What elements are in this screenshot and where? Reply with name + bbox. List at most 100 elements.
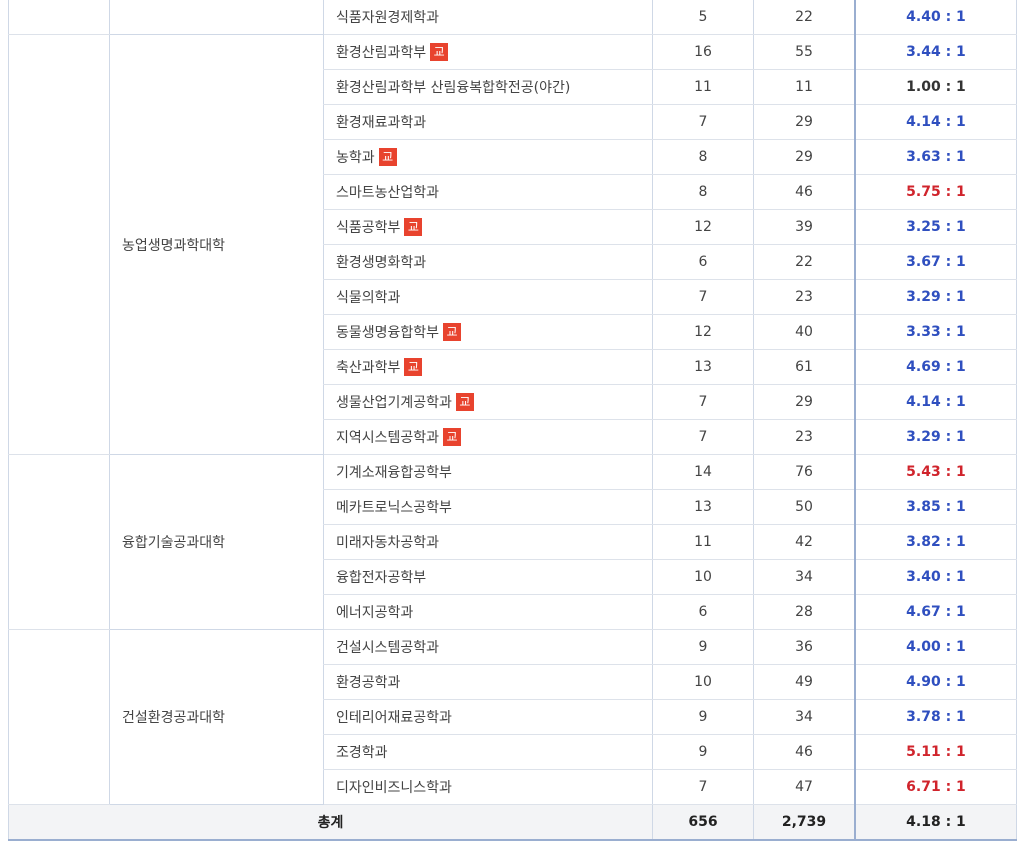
department-name: 식품공학부 xyxy=(336,220,401,236)
department-cell: 지역시스템공학과 교 xyxy=(323,419,653,455)
ratio-cell: 3.33 : 1 xyxy=(855,314,1017,350)
applicants-cell: 23 xyxy=(753,419,856,455)
department-name: 식물의학과 xyxy=(336,290,401,306)
applicants-cell: 11 xyxy=(753,69,856,105)
department-cell: 환경공학과 xyxy=(323,664,653,700)
college-cell: 농업생명과학대학 xyxy=(109,34,324,455)
department-name: 환경재료과학과 xyxy=(336,115,427,131)
applicants-cell: 42 xyxy=(753,524,856,560)
applicants-cell: 34 xyxy=(753,559,856,595)
ratio-cell: 4.90 : 1 xyxy=(855,664,1017,700)
department-cell: 조경학과 xyxy=(323,734,653,770)
ratio-cell: 3.78 : 1 xyxy=(855,699,1017,735)
table-row: 건설환경공과대학 건설시스템공학과 9 36 4.00 : 1 xyxy=(8,629,1017,805)
quota-cell: 8 xyxy=(652,174,754,210)
quota-cell: 7 xyxy=(652,279,754,315)
quota-cell: 12 xyxy=(652,314,754,350)
department-name: 에너지공학과 xyxy=(336,605,414,621)
ratio-cell: 5.43 : 1 xyxy=(855,454,1017,490)
department-cell: 식품공학부 교 xyxy=(323,209,653,245)
ratio-cell: 4.69 : 1 xyxy=(855,349,1017,385)
applicants-cell: 22 xyxy=(753,0,856,35)
department-cell: 에너지공학과 xyxy=(323,594,653,630)
department-cell: 기계소재융합공학부 xyxy=(323,454,653,490)
applicants-cell: 47 xyxy=(753,769,856,805)
department-cell: 인테리어재료공학과 xyxy=(323,699,653,735)
applicants-cell: 49 xyxy=(753,664,856,700)
applicants-cell: 55 xyxy=(753,34,856,70)
ratio-cell: 3.29 : 1 xyxy=(855,419,1017,455)
ratio-cell: 4.67 : 1 xyxy=(855,594,1017,630)
competition-ratio-table-wrap: 식품자원경제학과 5 22 4.40 : 1 농업생명과학대학 환경산림과학부 교 16 55 3… xyxy=(8,0,1017,841)
department-name: 조경학과 xyxy=(336,745,388,761)
department-name: 농학과 xyxy=(336,150,375,166)
applicants-cell: 23 xyxy=(753,279,856,315)
ratio-cell: 3.29 : 1 xyxy=(855,279,1017,315)
department-cell: 환경산림과학부 교 xyxy=(323,34,653,70)
department-cell: 스마트농산업학과 xyxy=(323,174,653,210)
quota-cell: 7 xyxy=(652,104,754,140)
department-cell: 환경재료과학과 xyxy=(323,104,653,140)
college-cell xyxy=(109,0,324,35)
department-name: 환경생명화학과 xyxy=(336,255,427,271)
ratio-cell: 1.00 : 1 xyxy=(855,69,1017,105)
quota-cell: 10 xyxy=(652,559,754,595)
quota-cell: 9 xyxy=(652,699,754,735)
department-name: 스마트농산업학과 xyxy=(336,185,440,201)
department-name: 디자인비즈니스학과 xyxy=(336,780,452,796)
total-row: 총계 656 2,739 4.18 : 1 xyxy=(8,804,1017,841)
ratio-cell: 3.25 : 1 xyxy=(855,209,1017,245)
ratio-cell: 5.75 : 1 xyxy=(855,174,1017,210)
ratio-cell: 4.40 : 1 xyxy=(855,0,1017,35)
quota-cell: 9 xyxy=(652,629,754,665)
ratio-cell: 3.85 : 1 xyxy=(855,489,1017,525)
department-name: 환경공학과 xyxy=(336,675,401,691)
quota-cell: 10 xyxy=(652,664,754,700)
quota-cell: 6 xyxy=(652,594,754,630)
gyo-badge: 교 xyxy=(378,148,397,166)
applicants-cell: 46 xyxy=(753,734,856,770)
applicants-cell: 50 xyxy=(753,489,856,525)
applicants-cell: 76 xyxy=(753,454,856,490)
department-name: 융합전자공학부 xyxy=(336,570,427,586)
table-body: 식품자원경제학과 5 22 4.40 : 1 농업생명과학대학 환경산림과학부 교 16 55 3… xyxy=(8,0,1017,805)
applicants-cell: 46 xyxy=(753,174,856,210)
total-ratio: 4.18 : 1 xyxy=(855,804,1017,841)
department-name: 환경산림과학부 산림융복합학전공(야간) xyxy=(336,80,571,96)
department-cell: 식물의학과 xyxy=(323,279,653,315)
department-cell: 융합전자공학부 xyxy=(323,559,653,595)
department-cell: 축산과학부 교 xyxy=(323,349,653,385)
gyo-badge: 교 xyxy=(443,323,462,341)
quota-cell: 7 xyxy=(652,769,754,805)
total-applicants: 2,739 xyxy=(753,804,856,841)
quota-cell: 14 xyxy=(652,454,754,490)
ratio-cell: 4.14 : 1 xyxy=(855,104,1017,140)
department-cell: 생물산업기계공학과 교 xyxy=(323,384,653,420)
department-name: 식품자원경제학과 xyxy=(336,10,440,26)
ratio-cell: 3.40 : 1 xyxy=(855,559,1017,595)
quota-cell: 11 xyxy=(652,524,754,560)
quota-cell: 7 xyxy=(652,419,754,455)
applicants-cell: 29 xyxy=(753,384,856,420)
applicants-cell: 29 xyxy=(753,104,856,140)
ratio-cell: 3.44 : 1 xyxy=(855,34,1017,70)
quota-cell: 8 xyxy=(652,139,754,175)
category-cell xyxy=(8,629,110,805)
gyo-badge: 교 xyxy=(455,393,474,411)
gyo-badge: 교 xyxy=(404,218,423,236)
category-cell xyxy=(8,34,110,455)
department-name: 동물생명융합학부 xyxy=(336,325,440,341)
department-cell: 동물생명융합학부 교 xyxy=(323,314,653,350)
quota-cell: 16 xyxy=(652,34,754,70)
department-name: 건설시스템공학과 xyxy=(336,640,440,656)
quota-cell: 11 xyxy=(652,69,754,105)
applicants-cell: 29 xyxy=(753,139,856,175)
quota-cell: 5 xyxy=(652,0,754,35)
department-cell: 건설시스템공학과 xyxy=(323,629,653,665)
applicants-cell: 39 xyxy=(753,209,856,245)
department-name: 인테리어재료공학과 xyxy=(336,710,452,726)
ratio-cell: 4.14 : 1 xyxy=(855,384,1017,420)
ratio-cell: 3.82 : 1 xyxy=(855,524,1017,560)
gyo-badge: 교 xyxy=(404,358,423,376)
quota-cell: 9 xyxy=(652,734,754,770)
